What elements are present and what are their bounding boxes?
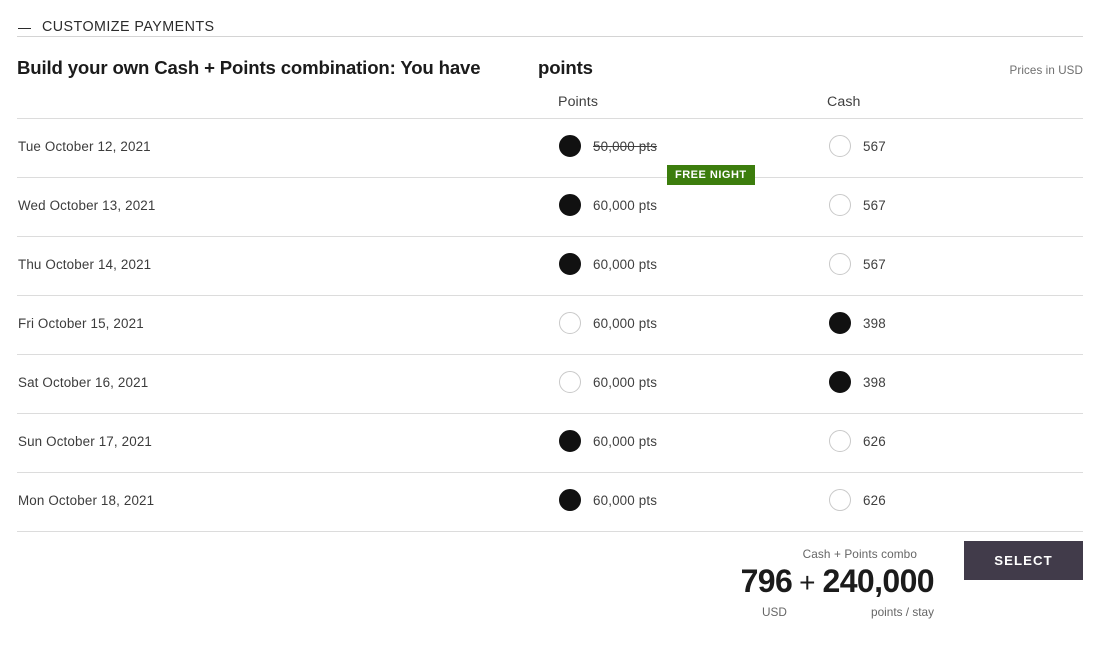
points-radio[interactable] [559,489,581,511]
column-header-cash: Cash [827,94,861,110]
points-radio[interactable] [559,312,581,334]
column-header-points: Points [558,94,599,110]
summary-footer: Cash + Points combo 796 + 240,000 USD po… [17,532,1083,640]
cash-radio[interactable] [829,371,851,393]
points-amount-label: 60,000 pts [593,315,658,331]
points-amount-label: 60,000 pts [593,197,658,213]
build-headline-row: Build your own Cash + Points combination… [17,37,1083,88]
cash-amount-label: 567 [863,197,886,213]
cash-radio[interactable] [829,194,851,216]
cash-radio[interactable] [829,312,851,334]
cash-option[interactable]: 626 [829,489,886,511]
points-option[interactable]: 60,000 pts [559,312,657,334]
cash-option[interactable]: 626 [829,430,886,452]
points-option[interactable]: 60,000 pts [559,253,657,275]
cash-amount-label: 398 [863,315,886,331]
section-header[interactable]: CUSTOMIZE PAYMENTS [0,0,1099,36]
table-row: Sun October 17, 2021 60,000 pts 626 [17,414,1083,473]
points-radio[interactable] [559,194,581,216]
cash-amount-label: 398 [863,374,886,390]
cash-option[interactable]: 567 [829,135,886,157]
cash-amount-label: 626 [863,492,886,508]
customize-payments-panel: CUSTOMIZE PAYMENTS Build your own Cash +… [0,0,1099,668]
minus-icon[interactable] [18,22,31,34]
row-date: Thu October 14, 2021 [18,257,152,272]
points-option[interactable]: 60,000 pts [559,194,657,216]
row-date: Sun October 17, 2021 [18,434,153,449]
row-date: Mon October 18, 2021 [18,493,155,508]
points-amount-label: 60,000 pts [593,492,658,508]
plus-sign: + [799,567,816,598]
table-row: Fri October 15, 2021 60,000 pts 398 [17,296,1083,355]
points-radio[interactable] [559,253,581,275]
cash-option[interactable]: 398 [829,312,886,334]
points-amount-label: 60,000 pts [593,433,658,449]
section-title: CUSTOMIZE PAYMENTS [42,19,215,36]
total-cash-amount: 796 [740,563,793,599]
points-option[interactable]: 60,000 pts [559,371,657,393]
table-row: Thu October 14, 2021 60,000 pts 567 [17,237,1083,296]
prices-in-usd-note: Prices in USD [1009,64,1083,77]
cash-radio[interactable] [829,253,851,275]
cash-radio[interactable] [829,135,851,157]
points-amount-label: 50,000 pts [593,138,658,154]
select-button[interactable]: SELECT [964,541,1083,580]
build-headline: Build your own Cash + Points combination… [17,57,481,78]
points-option[interactable]: 60,000 pts [559,489,657,511]
cash-amount-label: 567 [863,138,886,154]
cash-amount-label: 567 [863,256,886,272]
cash-option[interactable]: 398 [829,371,886,393]
table-row: Wed October 13, 2021 60,000 pts 567 [17,178,1083,237]
free-night-badge: FREE NIGHT [667,165,755,186]
row-date: Wed October 13, 2021 [18,198,156,213]
row-date: Sat October 16, 2021 [18,375,149,390]
row-date: Fri October 15, 2021 [18,316,144,331]
points-balance-word: points [538,57,593,78]
totals: 796 + 240,000 [740,563,935,600]
table-row: Sat October 16, 2021 60,000 pts 398 [17,355,1083,414]
total-points-amount: 240,000 [822,563,935,599]
points-unit-label: points / stay [871,605,934,619]
cash-option[interactable]: 567 [829,194,886,216]
points-amount-label: 60,000 pts [593,256,658,272]
points-option[interactable]: 50,000 pts [559,135,657,157]
table-row: Mon October 18, 2021 60,000 pts 626 [17,473,1083,532]
cash-radio[interactable] [829,430,851,452]
points-radio[interactable] [559,135,581,157]
points-radio[interactable] [559,430,581,452]
nights-table: Tue October 12, 2021 50,000 pts 567 Wed Oct… [0,118,1099,532]
table-row: Tue October 12, 2021 50,000 pts 567 [17,118,1083,178]
currency-label: USD [762,605,787,619]
points-option[interactable]: 60,000 pts [559,430,657,452]
cash-amount-label: 626 [863,433,886,449]
points-radio[interactable] [559,371,581,393]
combo-label: Cash + Points combo [802,547,917,561]
points-amount-label: 60,000 pts [593,374,658,390]
column-headers: Points Cash [17,88,1083,118]
row-date: Tue October 12, 2021 [18,139,151,154]
cash-option[interactable]: 567 [829,253,886,275]
cash-radio[interactable] [829,489,851,511]
